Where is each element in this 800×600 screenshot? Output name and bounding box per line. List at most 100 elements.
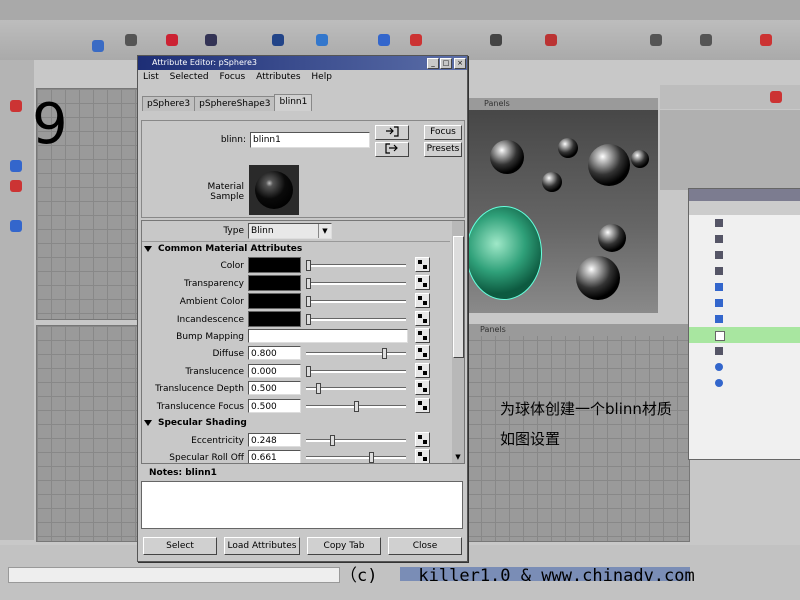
translucence-depth-slider[interactable] bbox=[306, 383, 406, 394]
bump-map-button[interactable] bbox=[415, 328, 430, 343]
ambient-color-slider[interactable] bbox=[306, 296, 406, 307]
tab-psphere3[interactable]: pSphere3 bbox=[142, 96, 196, 111]
outliner-item[interactable] bbox=[689, 343, 800, 359]
color-map-button[interactable] bbox=[415, 257, 430, 272]
panels-menu[interactable]: Panels bbox=[480, 325, 506, 334]
minimize-button[interactable]: _ bbox=[427, 58, 439, 69]
outliner-item[interactable] bbox=[689, 231, 800, 247]
common-section-header[interactable]: Common Material Attributes bbox=[144, 244, 302, 254]
shelf-tool-icon[interactable] bbox=[490, 34, 502, 46]
shelf-tool-icon[interactable] bbox=[760, 34, 772, 46]
outliner-item[interactable] bbox=[689, 295, 800, 311]
focus-button[interactable]: Focus bbox=[424, 125, 462, 140]
shelf-tool-icon[interactable] bbox=[650, 34, 662, 46]
incandescence-map-button[interactable] bbox=[415, 311, 430, 326]
scroll-down-icon[interactable]: ▼ bbox=[453, 452, 463, 462]
type-dropdown[interactable]: Blinn ▼ bbox=[248, 223, 332, 239]
diffuse-map-button[interactable] bbox=[415, 345, 430, 360]
slider-thumb[interactable] bbox=[306, 296, 311, 307]
eccentricity-slider[interactable] bbox=[306, 435, 406, 446]
slider-thumb[interactable] bbox=[382, 348, 387, 359]
shelf-tool-icon[interactable] bbox=[166, 34, 178, 46]
translucence-focus-map-button[interactable] bbox=[415, 398, 430, 413]
toolbar-icon[interactable] bbox=[770, 91, 782, 103]
maximize-button[interactable]: □ bbox=[440, 58, 452, 69]
bump-mapping-field[interactable] bbox=[248, 329, 408, 343]
tool-icon[interactable] bbox=[10, 180, 22, 192]
command-line[interactable] bbox=[8, 567, 340, 583]
tool-icon[interactable] bbox=[10, 100, 22, 112]
specular-roll-off-map-button[interactable] bbox=[415, 449, 430, 463]
slider-thumb[interactable] bbox=[315, 383, 321, 394]
bottom-left-viewport[interactable] bbox=[36, 325, 138, 542]
slider-thumb[interactable] bbox=[306, 366, 311, 377]
notes-field[interactable] bbox=[141, 481, 463, 529]
shelf-tool-icon[interactable] bbox=[125, 34, 137, 46]
slider-thumb[interactable] bbox=[306, 260, 311, 271]
translucence-slider[interactable] bbox=[306, 366, 406, 377]
outliner-item[interactable] bbox=[689, 311, 800, 327]
outliner-item-selected[interactable] bbox=[689, 327, 800, 343]
transparency-map-button[interactable] bbox=[415, 275, 430, 290]
channel-box[interactable] bbox=[660, 110, 800, 190]
shelf-tool-icon[interactable] bbox=[92, 40, 104, 52]
sphere[interactable] bbox=[490, 140, 524, 174]
menu-list[interactable]: List bbox=[143, 72, 159, 82]
menu-selected[interactable]: Selected bbox=[170, 72, 209, 82]
selected-sphere[interactable] bbox=[466, 206, 542, 300]
specular-roll-off-slider[interactable] bbox=[306, 452, 406, 463]
incandescence-swatch[interactable] bbox=[248, 311, 301, 327]
shelf-tool-icon[interactable] bbox=[316, 34, 328, 46]
output-connections-button[interactable] bbox=[375, 142, 409, 157]
material-sample-swatch[interactable] bbox=[249, 165, 299, 215]
menu-help[interactable]: Help bbox=[311, 72, 332, 82]
shelf-tool-icon[interactable] bbox=[700, 34, 712, 46]
diffuse-field[interactable]: 0.800 bbox=[248, 346, 301, 360]
shelf-tool-icon[interactable] bbox=[378, 34, 390, 46]
tool-icon[interactable] bbox=[10, 220, 22, 232]
copy-tab-button[interactable]: Copy Tab bbox=[307, 537, 381, 555]
outliner-item[interactable] bbox=[689, 215, 800, 231]
specular-roll-off-field[interactable]: 0.661 bbox=[248, 450, 301, 463]
menu-focus[interactable]: Focus bbox=[220, 72, 246, 82]
sphere[interactable] bbox=[576, 256, 620, 300]
load-attributes-button[interactable]: Load Attributes bbox=[224, 537, 300, 555]
sphere[interactable] bbox=[588, 144, 630, 186]
input-connections-button[interactable] bbox=[375, 125, 409, 140]
presets-button[interactable]: Presets bbox=[424, 142, 462, 157]
panels-menu[interactable]: Panels bbox=[484, 99, 510, 108]
translucence-depth-field[interactable]: 0.500 bbox=[248, 381, 301, 395]
eccentricity-map-button[interactable] bbox=[415, 432, 430, 447]
sphere[interactable] bbox=[598, 224, 626, 252]
specular-section-header[interactable]: Specular Shading bbox=[144, 418, 247, 428]
translucence-depth-map-button[interactable] bbox=[415, 380, 430, 395]
attributes-scroll-area[interactable]: Type Blinn ▼ Common Material Attributes … bbox=[141, 220, 465, 464]
slider-thumb[interactable] bbox=[353, 401, 359, 412]
color-slider[interactable] bbox=[306, 260, 406, 271]
translucence-focus-slider[interactable] bbox=[306, 401, 406, 412]
sphere[interactable] bbox=[542, 172, 562, 192]
slider-thumb[interactable] bbox=[329, 435, 335, 446]
perspective-viewport[interactable]: Panels bbox=[466, 98, 658, 313]
select-button[interactable]: Select bbox=[143, 537, 217, 555]
shelf-tool-icon[interactable] bbox=[545, 34, 557, 46]
translucence-map-button[interactable] bbox=[415, 363, 430, 378]
outliner-item[interactable] bbox=[689, 279, 800, 295]
sphere[interactable] bbox=[631, 150, 649, 168]
translucence-field[interactable]: 0.000 bbox=[248, 364, 301, 378]
eccentricity-field[interactable]: 0.248 bbox=[248, 433, 301, 447]
translucence-focus-field[interactable]: 0.500 bbox=[248, 399, 301, 413]
tool-icon[interactable] bbox=[10, 160, 22, 172]
outliner-item[interactable] bbox=[689, 247, 800, 263]
outliner-item[interactable] bbox=[689, 359, 800, 375]
outliner-window[interactable] bbox=[688, 188, 800, 460]
slider-thumb[interactable] bbox=[306, 314, 311, 325]
ambient-color-swatch[interactable] bbox=[248, 293, 301, 309]
shelf-tool-icon[interactable] bbox=[272, 34, 284, 46]
shelf-tool-icon[interactable] bbox=[205, 34, 217, 46]
outliner-item[interactable] bbox=[689, 375, 800, 391]
ambient-color-map-button[interactable] bbox=[415, 293, 430, 308]
transparency-swatch[interactable] bbox=[248, 275, 301, 291]
diffuse-slider[interactable] bbox=[306, 348, 406, 359]
tab-psphereshape3[interactable]: pSphereShape3 bbox=[194, 96, 276, 111]
